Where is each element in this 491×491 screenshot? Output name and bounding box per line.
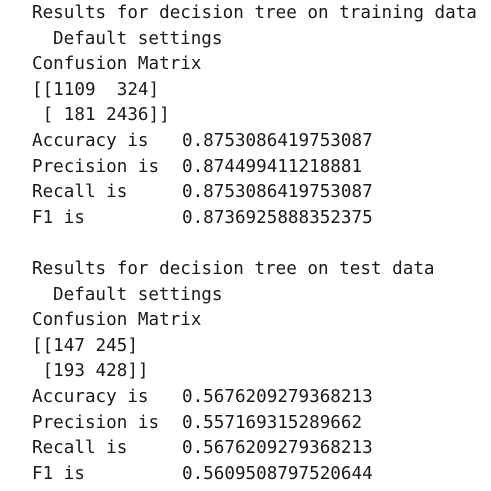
metric-value: 0.5609508797520644 (182, 463, 373, 484)
test-matrix-row-2: [193 428]] (32, 361, 149, 382)
metric-label: Accuracy is (32, 130, 149, 151)
metric-label: F1 is (32, 463, 85, 484)
metric-value: 0.874499411218881 (182, 156, 363, 177)
metric-value: 0.8753086419753087 (182, 182, 373, 203)
metric-label: Precision is (32, 156, 160, 177)
training-metric-precision: Precision is 0.874499411218881 (32, 155, 491, 181)
metric-label: Recall is (32, 182, 128, 203)
test-header: Results for decision tree on test data (32, 258, 435, 279)
test-matrix-title: Confusion Matrix (32, 310, 202, 331)
metric-value: 0.5676209279368213 (182, 386, 373, 407)
console-output: Results for decision tree on training da… (0, 0, 491, 491)
training-metric-recall: Recall is 0.8753086419753087 (32, 180, 491, 206)
test-matrix-row-1: [[147 245] (32, 335, 138, 356)
training-metric-f1: F1 is 0.8736925888352375 (32, 206, 491, 232)
test-metric-recall: Recall is 0.5676209279368213 (32, 436, 491, 462)
test-metric-precision: Precision is 0.557169315289662 (32, 411, 491, 437)
training-matrix-title: Confusion Matrix (32, 54, 202, 75)
training-matrix-row-2: [ 181 2436]] (32, 105, 170, 126)
training-matrix-row-1: [[1109 324] (32, 79, 160, 100)
metric-label: Accuracy is (32, 386, 149, 407)
metric-value: 0.5676209279368213 (182, 438, 373, 459)
test-settings: Default settings (53, 284, 223, 305)
metric-value: 0.557169315289662 (182, 412, 363, 433)
metric-value: 0.8736925888352375 (182, 207, 373, 228)
metric-label: Recall is (32, 438, 128, 459)
training-metric-accuracy: Accuracy is 0.8753086419753087 (32, 129, 491, 155)
test-metric-f1: F1 is 0.5609508797520644 (32, 462, 491, 488)
test-metric-accuracy: Accuracy is 0.5676209279368213 (32, 385, 491, 411)
metric-label: F1 is (32, 207, 85, 228)
training-settings: Default settings (53, 28, 223, 49)
metric-value: 0.8753086419753087 (182, 130, 373, 151)
training-results: Results for decision tree on training da… (32, 1, 491, 231)
metric-label: Precision is (32, 412, 160, 433)
training-header: Results for decision tree on training da… (32, 3, 477, 23)
test-results: Results for decision tree on test data D… (32, 257, 491, 487)
